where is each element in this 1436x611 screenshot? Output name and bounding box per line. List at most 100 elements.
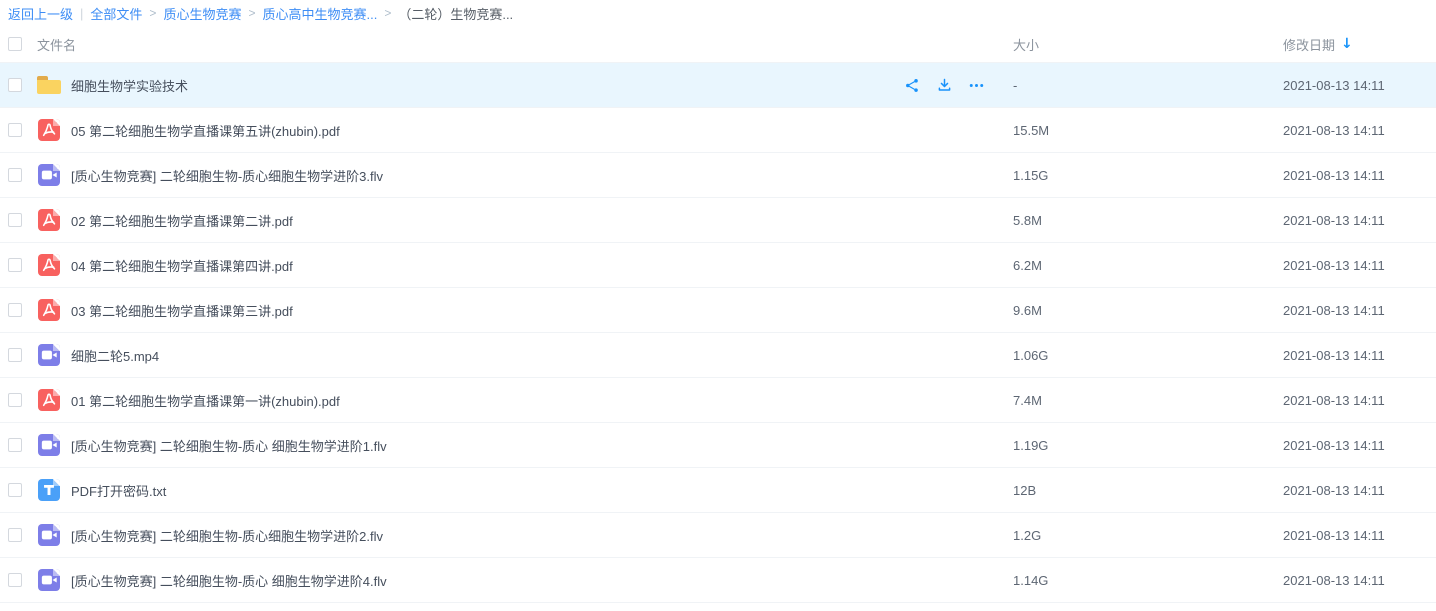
row-checkbox[interactable]: [8, 258, 22, 272]
table-row[interactable]: PDF打开密码.txt 12B 2021-08-13 14:11: [0, 468, 1436, 513]
file-date: 2021-08-13 14:11: [1283, 78, 1436, 93]
row-checkbox[interactable]: [8, 393, 22, 407]
file-date: 2021-08-13 14:11: [1283, 348, 1436, 363]
row-checkbox[interactable]: [8, 123, 22, 137]
share-icon[interactable]: [904, 77, 921, 94]
table-row[interactable]: [质心生物竞赛] 二轮细胞生物-质心 细胞生物学进阶1.flv 1.19G 20…: [0, 423, 1436, 468]
video-file-icon: [38, 344, 60, 366]
table-row[interactable]: 05 第二轮细胞生物学直播课第五讲(zhubin).pdf 15.5M 2021…: [0, 108, 1436, 153]
table-row[interactable]: 03 第二轮细胞生物学直播课第三讲.pdf 9.6M 2021-08-13 14…: [0, 288, 1436, 333]
row-checkbox[interactable]: [8, 168, 22, 182]
table-row[interactable]: [质心生物竞赛] 二轮细胞生物-质心 细胞生物学进阶4.flv 1.14G 20…: [0, 558, 1436, 603]
file-name-link[interactable]: 04 第二轮细胞生物学直播课第四讲.pdf: [71, 256, 293, 275]
page-fold: [53, 569, 60, 576]
file-date: 2021-08-13 14:11: [1283, 213, 1436, 228]
file-size: 7.4M: [1013, 393, 1283, 408]
file-date: 2021-08-13 14:11: [1283, 123, 1436, 138]
file-date: 2021-08-13 14:11: [1283, 168, 1436, 183]
page-fold: [53, 254, 60, 261]
row-actions: [904, 77, 1013, 94]
breadcrumb-link-folder-1[interactable]: 质心生物竞赛: [163, 4, 241, 23]
pdf-file-icon: [38, 254, 60, 276]
breadcrumb-chevron-icon: >: [149, 6, 156, 20]
file-name-link[interactable]: 01 第二轮细胞生物学直播课第一讲(zhubin).pdf: [71, 391, 340, 410]
page-fold: [53, 479, 60, 486]
page-fold: [53, 434, 60, 441]
file-name-link[interactable]: [质心生物竞赛] 二轮细胞生物-质心细胞生物学进阶2.flv: [71, 526, 383, 545]
table-row[interactable]: 细胞二轮5.mp4 1.06G 2021-08-13 14:11: [0, 333, 1436, 378]
page-fold: [53, 164, 60, 171]
row-checkbox[interactable]: [8, 528, 22, 542]
page-fold: [53, 209, 60, 216]
page-fold: [53, 344, 60, 351]
row-checkbox[interactable]: [8, 573, 22, 587]
breadcrumb-link-all-files[interactable]: 全部文件: [90, 4, 142, 23]
column-header-date[interactable]: 修改日期 ↓: [1283, 35, 1436, 54]
table-row[interactable]: 细胞生物学实验技术 - 2021-08-13 14:11: [0, 63, 1436, 108]
pdf-file-icon: [38, 209, 60, 231]
file-name-link[interactable]: [质心生物竞赛] 二轮细胞生物-质心 细胞生物学进阶1.flv: [71, 436, 387, 455]
file-size: 12B: [1013, 483, 1283, 498]
table-row[interactable]: [质心生物竞赛] 二轮细胞生物-质心细胞生物学进阶2.flv 1.2G 2021…: [0, 513, 1436, 558]
file-size: 15.5M: [1013, 123, 1283, 138]
breadcrumb: 返回上一级 | 全部文件 > 质心生物竞赛 > 质心高中生物竞赛... > （二…: [0, 0, 1436, 26]
file-size: 5.8M: [1013, 213, 1283, 228]
table-row[interactable]: 04 第二轮细胞生物学直播课第四讲.pdf 6.2M 2021-08-13 14…: [0, 243, 1436, 288]
file-date: 2021-08-13 14:11: [1283, 303, 1436, 318]
file-name-link[interactable]: [质心生物竞赛] 二轮细胞生物-质心细胞生物学进阶3.flv: [71, 166, 383, 185]
video-file-icon: [38, 164, 60, 186]
page-fold: [53, 119, 60, 126]
video-file-icon: [38, 569, 60, 591]
column-header-date-label: 修改日期: [1283, 35, 1335, 54]
row-checkbox[interactable]: [8, 348, 22, 362]
pdf-file-icon: [38, 299, 60, 321]
page-fold: [53, 299, 60, 306]
breadcrumb-chevron-icon: >: [248, 6, 255, 20]
page-fold: [53, 524, 60, 531]
row-checkbox[interactable]: [8, 213, 22, 227]
page-fold: [53, 389, 60, 396]
sort-desc-icon[interactable]: ↓: [1341, 37, 1353, 51]
file-date: 2021-08-13 14:11: [1283, 393, 1436, 408]
download-icon[interactable]: [936, 77, 953, 94]
row-checkbox[interactable]: [8, 483, 22, 497]
table-row[interactable]: 02 第二轮细胞生物学直播课第二讲.pdf 5.8M 2021-08-13 14…: [0, 198, 1436, 243]
file-size: 1.14G: [1013, 573, 1283, 588]
folder-icon: [37, 73, 61, 97]
row-checkbox[interactable]: [8, 303, 22, 317]
video-file-icon: [38, 434, 60, 456]
file-name-link[interactable]: 05 第二轮细胞生物学直播课第五讲(zhubin).pdf: [71, 121, 340, 140]
breadcrumb-chevron-icon: >: [384, 6, 391, 20]
file-name-link[interactable]: 02 第二轮细胞生物学直播课第二讲.pdf: [71, 211, 293, 230]
file-size: 1.06G: [1013, 348, 1283, 363]
file-date: 2021-08-13 14:11: [1283, 483, 1436, 498]
breadcrumb-pipe-separator: |: [80, 6, 83, 21]
select-all-checkbox[interactable]: [8, 37, 22, 51]
row-checkbox[interactable]: [8, 78, 22, 92]
video-file-icon: [38, 524, 60, 546]
file-name-link[interactable]: 细胞生物学实验技术: [71, 76, 188, 95]
file-name-link[interactable]: 03 第二轮细胞生物学直播课第三讲.pdf: [71, 301, 293, 320]
file-name-link[interactable]: [质心生物竞赛] 二轮细胞生物-质心 细胞生物学进阶4.flv: [71, 571, 387, 590]
breadcrumb-current-folder: （二轮）生物竞赛...: [398, 4, 513, 23]
pdf-file-icon: [38, 389, 60, 411]
column-header-size[interactable]: 大小: [1013, 35, 1283, 54]
file-name-link[interactable]: 细胞二轮5.mp4: [71, 346, 159, 365]
file-size: 1.15G: [1013, 168, 1283, 183]
table-header: 文件名 大小 修改日期 ↓: [0, 26, 1436, 63]
row-checkbox[interactable]: [8, 438, 22, 452]
file-name-link[interactable]: PDF打开密码.txt: [71, 481, 166, 500]
file-size: 1.19G: [1013, 438, 1283, 453]
file-date: 2021-08-13 14:11: [1283, 573, 1436, 588]
more-actions-icon[interactable]: [968, 77, 985, 94]
file-date: 2021-08-13 14:11: [1283, 258, 1436, 273]
pdf-file-icon: [38, 119, 60, 141]
column-header-filename[interactable]: 文件名: [37, 35, 1013, 54]
file-size: 1.2G: [1013, 528, 1283, 543]
table-row[interactable]: 01 第二轮细胞生物学直播课第一讲(zhubin).pdf 7.4M 2021-…: [0, 378, 1436, 423]
breadcrumb-link-folder-2[interactable]: 质心高中生物竞赛...: [262, 4, 377, 23]
file-size: 6.2M: [1013, 258, 1283, 273]
table-row[interactable]: [质心生物竞赛] 二轮细胞生物-质心细胞生物学进阶3.flv 1.15G 202…: [0, 153, 1436, 198]
file-date: 2021-08-13 14:11: [1283, 438, 1436, 453]
back-up-link[interactable]: 返回上一级: [8, 4, 73, 23]
